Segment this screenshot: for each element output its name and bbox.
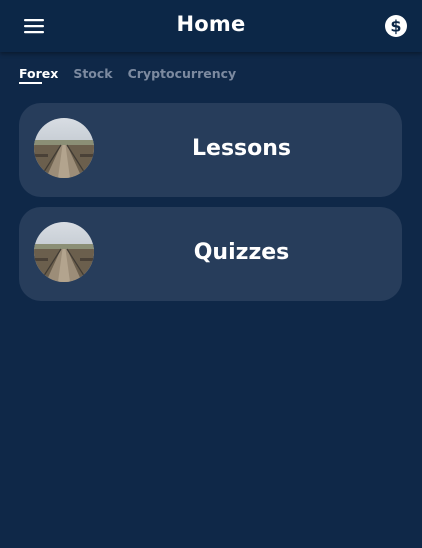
app-root: Home $ Forex Stock Cryptocurrency Lesson… [0, 0, 422, 548]
tab-forex[interactable]: Forex [19, 66, 58, 84]
dollar-circle-icon: $ [385, 15, 407, 37]
tab-cryptocurrency[interactable]: Cryptocurrency [128, 66, 237, 84]
app-header: Home $ [0, 0, 422, 52]
quizzes-label: Quizzes [193, 240, 290, 265]
category-tabs: Forex Stock Cryptocurrency [19, 66, 236, 86]
tab-stock[interactable]: Stock [73, 66, 112, 84]
currency-button[interactable]: $ [383, 13, 409, 39]
lessons-label: Lessons [192, 136, 291, 161]
page-title: Home [176, 12, 246, 36]
lessons-card[interactable]: Lessons [19, 103, 402, 197]
quizzes-card[interactable]: Quizzes [19, 207, 402, 301]
svg-text:$: $ [390, 17, 401, 36]
